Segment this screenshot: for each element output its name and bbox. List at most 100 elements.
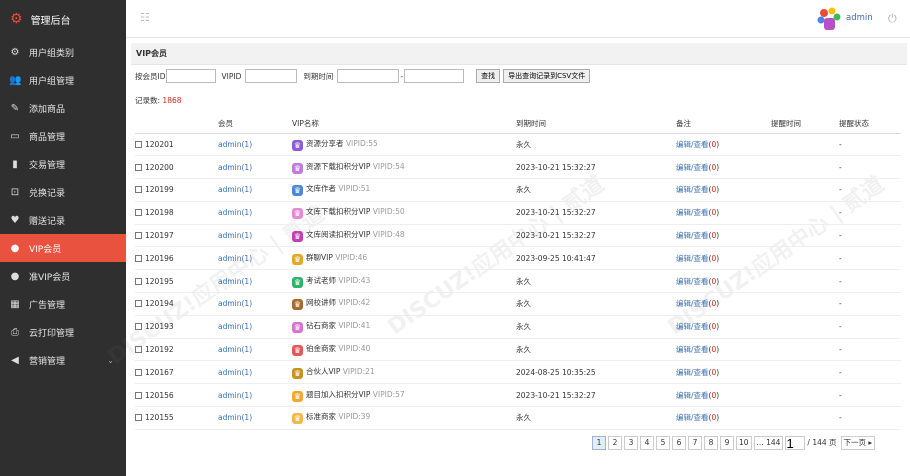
edit-view-link[interactable]: 编辑/查看 — [676, 208, 709, 217]
sidebar-item-5[interactable]: ⊡ 兑换记录 — [0, 178, 126, 206]
avatar[interactable] — [816, 6, 842, 32]
card-icon: ▭ — [10, 130, 20, 142]
remind-time — [771, 406, 839, 430]
vip-id: VIPID:50 — [372, 207, 405, 217]
edit-view-link[interactable]: 编辑/查看 — [676, 299, 709, 308]
vip-badge-icon: ♛ — [292, 253, 303, 265]
row-checkbox[interactable] — [135, 391, 142, 399]
export-csv-button[interactable]: 导出查询记录到CSV文件 — [503, 69, 591, 83]
row-checkbox[interactable] — [135, 368, 142, 376]
member-link[interactable]: admin(1) — [218, 163, 252, 172]
page-button[interactable]: 6 — [672, 436, 686, 450]
member-link[interactable]: admin(1) — [218, 345, 252, 354]
member-link[interactable]: admin(1) — [218, 254, 252, 263]
row-checkbox[interactable] — [135, 186, 142, 194]
expire-time: 2023-10-21 15:32:27 — [516, 224, 676, 248]
row-checkbox[interactable] — [135, 163, 142, 171]
sidebar-item-7[interactable]: ● VIP会员 — [0, 234, 126, 262]
next-page-button[interactable]: 下一页 ▸ — [840, 436, 876, 450]
sidebar-item-9[interactable]: ▦ 广告管理 — [0, 290, 126, 318]
remind-time — [771, 383, 839, 408]
page-button[interactable]: 10 — [736, 436, 752, 450]
sidebar-item-10[interactable]: ⎙ 云打印管理 — [0, 318, 126, 346]
sidebar-item-11[interactable]: ◀ 营销管理 ⌄ — [0, 346, 126, 374]
member-link[interactable]: admin(1) — [218, 322, 252, 331]
edit-view-link[interactable]: 编辑/查看 — [676, 231, 709, 240]
edit-view-link[interactable]: 编辑/查看 — [676, 322, 709, 331]
vip-name: 合伙人VIP — [306, 366, 341, 376]
sidebar-item-label: 云打印管理 — [29, 328, 75, 339]
edit-view-link[interactable]: 编辑/查看 — [676, 254, 709, 263]
search-button[interactable]: 查找 — [476, 69, 501, 83]
member-link[interactable]: admin(1) — [218, 299, 252, 308]
row-checkbox[interactable] — [135, 277, 142, 285]
username[interactable]: admin — [846, 13, 873, 23]
edit-view-link[interactable]: 编辑/查看 — [676, 345, 709, 354]
member-id-input[interactable] — [165, 69, 216, 83]
menu-toggle-icon[interactable]: ☷ — [140, 12, 152, 23]
sidebar-item-1[interactable]: 👥 用户组管理 — [0, 66, 126, 94]
page-jump-input[interactable] — [785, 436, 806, 450]
member-link[interactable]: admin(1) — [218, 208, 252, 217]
sidebar-item-label: 商品管理 — [29, 132, 66, 143]
member-id-label: 按会员ID — [135, 71, 166, 81]
member-link[interactable]: admin(1) — [218, 140, 252, 149]
sidebar-item-6[interactable]: ♥ 赠送记录 — [0, 206, 126, 234]
edit-view-link[interactable]: 编辑/查看 — [676, 163, 709, 172]
power-icon[interactable]: ⏻ — [888, 12, 897, 26]
sidebar-item-0[interactable]: ⚙ 用户组类别 — [0, 38, 126, 66]
remind-time — [771, 269, 839, 294]
page-button[interactable]: 8 — [704, 436, 718, 450]
member-link[interactable]: admin(1) — [218, 185, 252, 194]
sidebar-item-2[interactable]: ✎ 添加商品 — [0, 94, 126, 122]
expire-start-input[interactable] — [337, 69, 400, 83]
sidebar-item-4[interactable]: ▮ 交易管理 — [0, 150, 126, 178]
edit-view-link[interactable]: 编辑/查看 — [676, 413, 709, 422]
row-checkbox[interactable] — [135, 346, 142, 354]
brand[interactable]: ⚙ 管理后台 — [0, 0, 126, 38]
page-button[interactable]: 9 — [720, 436, 734, 450]
page-button[interactable]: 3 — [624, 436, 638, 450]
page-button[interactable]: ... 144 — [753, 436, 784, 450]
remind-time — [771, 292, 839, 316]
page-button[interactable]: 7 — [688, 436, 702, 450]
sidebar-item-8[interactable]: ● 准VIP会员 — [0, 262, 126, 290]
page-button[interactable]: 1 — [592, 436, 606, 450]
member-link[interactable]: admin(1) — [218, 413, 252, 422]
edit-view-link[interactable]: 编辑/查看 — [676, 140, 709, 149]
row-checkbox[interactable] — [135, 209, 142, 217]
edit-view-link[interactable]: 编辑/查看 — [676, 368, 709, 377]
sidebar-item-3[interactable]: ▭ 商品管理 — [0, 122, 126, 150]
member-link[interactable]: admin(1) — [218, 277, 252, 286]
table-row: 120197 admin(1) ♛ 文库阅读扣积分VIP VIPID:48 2023-1… — [135, 224, 901, 248]
record-count: 记录数: 1868 — [135, 95, 182, 106]
member-link[interactable]: admin(1) — [218, 231, 252, 240]
sidebar-nav: ⚙ 用户组类别 👥 用户组管理 ✎ 添加商品 ▭ 商品管理 ▮ 交易管理 ⊡ 兑换记录 ♥ 赠送记录 ● VI… — [0, 38, 126, 374]
edit-view-link[interactable]: 编辑/查看 — [676, 277, 709, 286]
row-checkbox[interactable] — [135, 140, 142, 148]
sidebar-item-label: 赠送记录 — [29, 216, 66, 227]
record-id: 120156 — [145, 390, 174, 400]
row-checkbox[interactable] — [135, 232, 142, 240]
table-row: 120167 admin(1) ♛ 合伙人VIP VIPID:21 2024-08-25… — [135, 360, 901, 385]
row-checkbox[interactable] — [135, 254, 142, 262]
page-button[interactable]: 5 — [656, 436, 670, 450]
sidebar-item-label: 营销管理 — [29, 356, 66, 367]
vip-name: 文库阅读扣积分VIP — [306, 230, 371, 240]
expire-end-input[interactable] — [404, 69, 465, 83]
edit-view-link[interactable]: 编辑/查看 — [676, 185, 709, 194]
page-button[interactable]: 4 — [640, 436, 654, 450]
edit-view-link[interactable]: 编辑/查看 — [676, 391, 709, 400]
vip-name: 题目加入扣积分VIP — [306, 389, 371, 399]
row-checkbox[interactable] — [135, 300, 142, 308]
page-button[interactable]: 2 — [608, 436, 622, 450]
range-separator: - — [400, 71, 404, 81]
row-checkbox[interactable] — [135, 414, 142, 422]
sidebar-item-label: 广告管理 — [29, 300, 66, 311]
row-checkbox[interactable] — [135, 323, 142, 331]
member-link[interactable]: admin(1) — [218, 368, 252, 377]
vipid-input[interactable] — [245, 69, 298, 83]
col-vip-name: VIP名称 — [292, 115, 516, 134]
member-link[interactable]: admin(1) — [218, 391, 252, 400]
vip-name: 铂金商家 — [306, 344, 336, 354]
